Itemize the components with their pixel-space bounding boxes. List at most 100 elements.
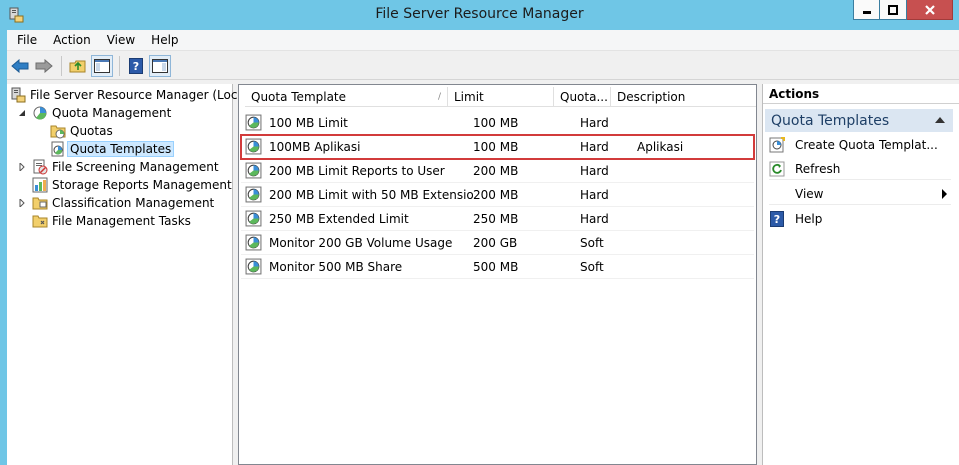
show-hide-tree-icon: [94, 58, 110, 73]
close-button[interactable]: [907, 0, 953, 20]
cell-limit: 200 MB: [473, 163, 519, 178]
cell-type: Hard: [580, 115, 609, 130]
create-template-icon: [769, 137, 785, 153]
quota-templates-icon: [51, 141, 64, 157]
action-view[interactable]: View: [769, 183, 951, 205]
show-hide-tree-button[interactable]: [91, 54, 113, 77]
column-header-limit[interactable]: Limit: [448, 87, 554, 107]
tree-label: File Server Resource Manager (Local): [30, 88, 253, 102]
cell-limit: 200 MB: [473, 187, 519, 202]
quota-template-icon: [245, 162, 262, 179]
cell-name: 200 MB Limit with 50 MB Extension: [269, 187, 473, 202]
tree-item-file-screening[interactable]: File Screening Management: [18, 158, 219, 176]
show-hide-action-pane-button[interactable]: [149, 54, 171, 77]
cell-type: Soft: [580, 259, 604, 274]
window-title: File Server Resource Manager: [375, 6, 584, 22]
column-label: Quota Template: [251, 90, 347, 104]
tree-item-root[interactable]: File Server Resource Manager (Local): [10, 86, 253, 104]
title-bar: File Server Resource Manager: [0, 0, 959, 30]
column-header-quota-type[interactable]: Quota...: [554, 87, 611, 107]
help-button[interactable]: ?: [125, 55, 147, 77]
actions-section-quota-templates[interactable]: Quota Templates: [765, 109, 953, 132]
cell-name: 100MB Aplikasi: [269, 139, 361, 154]
action-label: Refresh: [795, 161, 841, 176]
storage-reports-icon: [32, 177, 48, 193]
svg-text:?: ?: [774, 213, 780, 226]
action-create-quota-template[interactable]: Create Quota Templat...: [769, 134, 951, 156]
maximize-button[interactable]: [880, 0, 907, 20]
cell-type: Hard: [580, 163, 609, 178]
table-row[interactable]: 100MB Aplikasi 100 MB Hard Aplikasi: [240, 134, 755, 160]
tree-label: Classification Management: [52, 196, 215, 210]
table-row[interactable]: Monitor 200 GB Volume Usage 200 GB Soft: [241, 231, 754, 255]
list-header: Quota Template / Limit Quota... Descript…: [245, 87, 756, 107]
classification-icon: [32, 197, 48, 210]
action-label: Create Quota Templat...: [795, 138, 938, 152]
action-label: View: [795, 186, 824, 201]
server-icon: [11, 87, 26, 103]
menu-action[interactable]: Action: [45, 30, 99, 50]
file-tasks-icon: [32, 215, 48, 228]
menu-file[interactable]: File: [9, 30, 45, 50]
quota-template-icon: [245, 258, 262, 275]
actions-pane: Actions Quota Templates Create Quota Tem…: [762, 84, 959, 465]
submenu-arrow-icon: [942, 189, 947, 199]
forward-button[interactable]: [33, 55, 55, 77]
quota-template-icon: [245, 186, 262, 203]
minimize-icon: [862, 10, 871, 14]
view-spacer: [769, 186, 785, 202]
menu-view[interactable]: View: [99, 30, 143, 50]
tree-item-classification[interactable]: Classification Management: [18, 194, 214, 212]
tree-item-quota-management[interactable]: Quota Management: [18, 104, 171, 122]
collapse-icon[interactable]: [935, 117, 945, 123]
up-folder-button[interactable]: [67, 55, 89, 77]
refresh-icon: [769, 161, 785, 176]
quota-template-icon: [245, 138, 262, 155]
minimize-button[interactable]: [853, 0, 880, 20]
table-row[interactable]: 200 MB Limit Reports to User 200 MB Hard: [241, 159, 754, 183]
column-header-description[interactable]: Description: [611, 87, 756, 107]
action-help[interactable]: ? Help: [769, 208, 951, 230]
collapsed-arrow-icon: [19, 199, 25, 207]
cell-description: Aplikasi: [637, 139, 684, 154]
column-label: Description: [617, 90, 686, 104]
menu-help[interactable]: Help: [143, 30, 186, 50]
tree-label: Quotas: [70, 124, 113, 138]
cell-name: 250 MB Extended Limit: [269, 211, 409, 226]
quota-template-icon: [245, 234, 262, 251]
quota-templates-list: Quota Template / Limit Quota... Descript…: [238, 84, 757, 465]
main-frame: File Action View Help ? File Server Reso…: [7, 30, 959, 465]
sort-indicator-icon: /: [437, 92, 441, 102]
tree-item-file-tasks[interactable]: File Management Tasks: [32, 212, 191, 230]
action-refresh[interactable]: Refresh: [769, 158, 951, 180]
help-icon: ?: [770, 211, 784, 227]
cell-name: 200 MB Limit Reports to User: [269, 163, 445, 178]
back-button[interactable]: [9, 55, 31, 77]
table-row[interactable]: Monitor 500 MB Share 500 MB Soft: [241, 255, 754, 279]
tree-item-quotas[interactable]: Quotas: [50, 122, 113, 140]
expanded-arrow-icon: [19, 110, 25, 116]
cell-limit: 100 MB: [473, 115, 519, 130]
column-header-quota-template[interactable]: Quota Template /: [245, 87, 448, 107]
quota-template-icon: [245, 210, 262, 227]
help-icon: ?: [129, 57, 143, 74]
cell-name: 100 MB Limit: [269, 115, 348, 130]
table-row[interactable]: 100 MB Limit 100 MB Hard: [241, 111, 754, 135]
table-row[interactable]: 250 MB Extended Limit 250 MB Hard: [241, 207, 754, 231]
actions-header: Actions: [763, 84, 959, 104]
toolbar: ?: [7, 52, 959, 80]
console-tree: File Server Resource Manager (Local) Quo…: [7, 84, 253, 465]
quota-management-icon: [33, 106, 47, 120]
toolbar-separator: [119, 55, 120, 76]
cell-name: Monitor 200 GB Volume Usage: [269, 235, 453, 250]
close-icon: [924, 4, 935, 15]
up-folder-icon: [69, 60, 86, 72]
tree-item-quota-templates[interactable]: Quota Templates: [50, 140, 175, 158]
svg-text:?: ?: [133, 60, 139, 73]
menu-bar: File Action View Help: [7, 30, 959, 51]
table-row[interactable]: 200 MB Limit with 50 MB Extension 200 MB…: [241, 183, 754, 207]
action-label: Help: [795, 212, 823, 226]
forward-icon: [35, 58, 53, 73]
section-label: Quota Templates: [771, 112, 890, 129]
tree-item-storage-reports[interactable]: Storage Reports Management: [32, 176, 232, 194]
